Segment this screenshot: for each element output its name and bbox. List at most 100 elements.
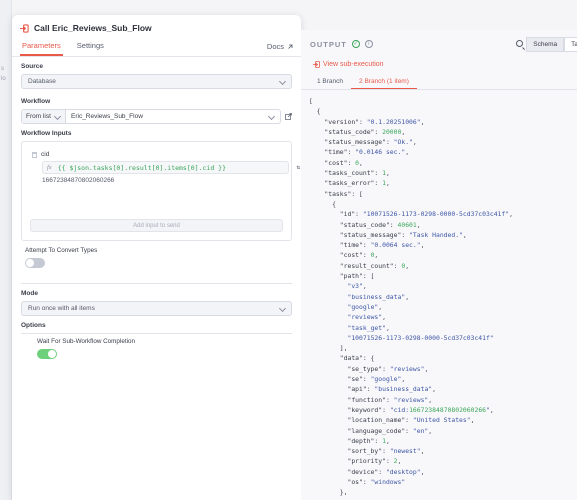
convert-types-label: Attempt To Convert Types: [25, 247, 98, 254]
expression-input[interactable]: fx {{ $json.tasks[0].result[0].items[0].…: [42, 161, 300, 174]
fx-icon: fx: [47, 164, 52, 171]
left-strip: s lo: [0, 0, 12, 500]
panel-body: Source Database Workflow From list Eric_…: [12, 57, 301, 365]
panel-tabs: Parameters Settings: [20, 41, 104, 56]
wait-completion-toggle[interactable]: [37, 349, 57, 359]
add-input-button[interactable]: Add input to send: [30, 219, 283, 232]
json-line: "status_message": "Ok.",: [309, 138, 417, 147]
workflow-inputs-box: cid fx {{ $json.tasks[0].result[0].items…: [21, 141, 300, 241]
chevron-down-icon: [267, 112, 276, 121]
docs-link[interactable]: Docs: [267, 42, 293, 51]
search-icon[interactable]: [516, 40, 523, 47]
expression-value: {{ $json.tasks[0].result[0].items[0].cid…: [57, 163, 226, 172]
json-line: "location_name": "United States",: [309, 416, 475, 425]
trash-icon[interactable]: [32, 151, 37, 158]
json-line: "reviews",: [347, 313, 386, 322]
branch-tabs: 1 Branch 2 Branch (1 item): [301, 75, 577, 90]
left-strip-label: s: [1, 66, 4, 72]
divider: [21, 283, 292, 284]
json-line: "path": [: [309, 272, 375, 281]
sub-execution-label: View sub-execution: [323, 60, 384, 68]
tab-table[interactable]: Ta: [564, 37, 577, 52]
json-line: "depth": 1,: [309, 436, 390, 445]
input-field-name: cid: [41, 151, 50, 158]
expand-editor-icon[interactable]: ⇅: [296, 164, 300, 171]
json-line: "data": {: [309, 354, 375, 363]
toggle-knob: [48, 350, 56, 358]
workflow-from-select[interactable]: From list: [22, 110, 66, 123]
mode-select[interactable]: Run once with all items: [21, 301, 292, 316]
json-line: "cost": 0,: [309, 251, 379, 260]
json-line: "api": "business_data",: [309, 385, 436, 394]
node-parameters-panel: Call Eric_Reviews_Sub_Flow Parameters Se…: [12, 15, 301, 500]
tab-parameters[interactable]: Parameters: [20, 41, 63, 56]
workflow-value: Eric_Reviews_Sub_Flow: [71, 113, 143, 120]
json-line: "v3",: [347, 282, 367, 291]
workflow-row: From list Eric_Reviews_Sub_Flow: [21, 109, 292, 124]
left-strip-label: lo: [1, 76, 6, 82]
source-select[interactable]: Database: [21, 74, 292, 89]
chevron-down-icon: [278, 77, 287, 86]
mode-label: Mode: [21, 290, 38, 297]
tab-branch-2[interactable]: 2 Branch (1 item): [351, 75, 417, 89]
json-line: "se_type": "reviews",: [309, 364, 429, 373]
json-line: "result_count": 0,: [309, 261, 410, 270]
info-icon[interactable]: i: [364, 40, 373, 48]
source-value: Database: [28, 78, 56, 85]
execute-workflow-icon: [20, 23, 29, 33]
json-line: {: [309, 107, 321, 116]
json-output: [ { "version": "0.1.20251006", "status_c…: [309, 96, 513, 500]
json-line: "tasks": [: [309, 189, 363, 198]
json-line: "google",: [347, 302, 383, 311]
json-line: [: [309, 97, 313, 105]
json-line: "time": "0.0146 sec.",: [309, 148, 410, 157]
json-line: "os": "windows": [309, 477, 406, 486]
panel-title-row: Call Eric_Reviews_Sub_Flow: [20, 23, 293, 33]
options-box: Wait For Sub-Workflow Completion: [21, 333, 292, 359]
panel-header: Call Eric_Reviews_Sub_Flow Parameters Se…: [12, 15, 301, 57]
convert-types-group: Attempt To Convert Types: [25, 247, 292, 268]
workflow-from-value: From list: [26, 113, 51, 120]
json-line: "priority": 2,: [309, 457, 402, 466]
success-icon: ✓: [351, 40, 360, 48]
workflow-inputs-label: Workflow Inputs: [21, 130, 72, 137]
json-line: "tasks_error": 1,: [309, 179, 390, 188]
docs-label: Docs: [266, 42, 284, 51]
toggle-knob: [26, 259, 34, 267]
view-sub-execution-link[interactable]: View sub-execution: [301, 58, 577, 70]
convert-types-toggle[interactable]: [25, 258, 45, 268]
json-line: "se": "google",: [309, 375, 406, 384]
json-line: "version": "0.1.20251006",: [309, 117, 425, 126]
input-field-row: cid: [32, 151, 283, 158]
json-line: "tasks_count": 1,: [309, 169, 390, 178]
view-tabs: Schema Ta: [526, 37, 577, 52]
tab-settings[interactable]: Settings: [77, 41, 104, 56]
json-line: },: [309, 488, 348, 497]
source-label: Source: [21, 63, 44, 70]
chevron-down-icon: [53, 112, 62, 121]
json-line: "status_code": 20000,: [309, 127, 406, 136]
output-title: OUTPUT: [310, 39, 347, 49]
node-title[interactable]: Call Eric_Reviews_Sub_Flow: [34, 23, 152, 33]
tab-branch-1[interactable]: 1 Branch: [309, 75, 351, 89]
json-line: "device": "desktop",: [309, 467, 425, 476]
wait-label: Wait For Sub-Workflow Completion: [37, 338, 135, 345]
mode-value: Run once with all items: [28, 305, 95, 312]
json-line: "cost": 0,: [309, 158, 363, 167]
json-line: "status_code": 40601,: [309, 220, 421, 229]
json-line: "id": "10071526-1173-0298-0000-5cd37c03c…: [309, 210, 513, 219]
json-line: "time": "0.0064 sec.",: [309, 241, 425, 250]
json-line: "status_message": "Task Handed.",: [309, 230, 467, 239]
json-line: "business_data",: [347, 292, 410, 301]
workflow-label: Workflow: [21, 98, 51, 105]
chevron-down-icon: [278, 304, 287, 313]
workflow-value-select[interactable]: Eric_Reviews_Sub_Flow: [66, 110, 280, 123]
json-line: "function": "reviews",: [309, 395, 433, 404]
external-link-icon: [288, 44, 293, 49]
tab-schema[interactable]: Schema: [526, 37, 565, 52]
open-workflow-icon[interactable]: [285, 113, 292, 120]
json-line: "10071526-1173-0298-0000-5cd37c03c41f": [347, 333, 494, 342]
json-line: "task_get",: [347, 323, 390, 332]
json-line: "sort_by": "newest",: [309, 447, 425, 456]
json-line: "keyword": "cid:16672384870802060266",: [309, 405, 494, 414]
